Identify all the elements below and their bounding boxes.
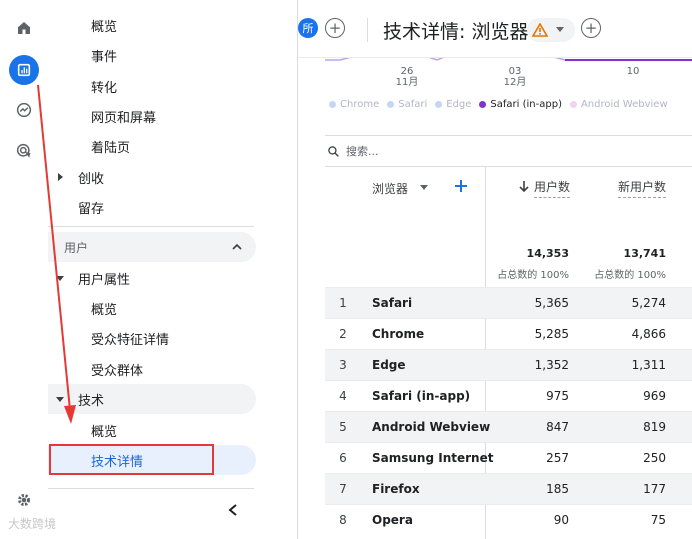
cell-rank: 4 bbox=[339, 389, 347, 403]
cell-users: 5,285 bbox=[534, 327, 569, 341]
settings-icon[interactable] bbox=[9, 485, 39, 515]
cell-new-users: 1,311 bbox=[631, 358, 666, 372]
table-row[interactable]: 3 Edge 1,352 1,311 bbox=[325, 349, 692, 380]
cell-new-users: 75 bbox=[650, 513, 666, 527]
legend-dot-icon bbox=[569, 100, 577, 108]
cell-new-users: 177 bbox=[643, 482, 666, 496]
legend-label: Chrome bbox=[340, 98, 380, 110]
sort-arrow-down-icon[interactable] bbox=[519, 181, 529, 193]
cell-name: Opera bbox=[372, 513, 413, 527]
cell-rank: 8 bbox=[339, 513, 347, 527]
add-comparison-button[interactable]: + bbox=[325, 18, 345, 38]
metric-header-users[interactable]: 用户数 bbox=[534, 178, 571, 198]
cell-new-users: 819 bbox=[643, 420, 666, 434]
chevron-left-icon[interactable] bbox=[227, 503, 239, 517]
legend-item[interactable]: Edge bbox=[435, 99, 471, 110]
chip-label: 所 bbox=[302, 22, 314, 35]
table-row[interactable]: 2 Chrome 5,285 4,866 bbox=[325, 318, 692, 349]
table-row[interactable]: 1 Safari 5,365 5,274 bbox=[325, 287, 692, 318]
table-header: 浏览器 用户数 新用户数 14,353 13,741 占总数的 100% 占总数… bbox=[325, 167, 692, 287]
cell-name: Safari bbox=[372, 296, 413, 310]
total-users-pct: 占总数的 100% bbox=[497, 270, 569, 281]
cell-rank: 1 bbox=[339, 296, 347, 310]
legend-item[interactable]: Chrome bbox=[329, 99, 379, 110]
add-report-button[interactable]: + bbox=[581, 18, 601, 38]
cell-users: 847 bbox=[546, 420, 569, 434]
cell-rank: 7 bbox=[339, 482, 347, 496]
table-row[interactable]: 7 Firefox 185 177 bbox=[325, 473, 692, 504]
legend-dot-icon bbox=[479, 100, 487, 108]
cell-rank: 5 bbox=[339, 420, 347, 434]
warning-icon bbox=[532, 23, 548, 37]
annotation-highlight-box bbox=[49, 444, 214, 475]
cell-name: Samsung Internet bbox=[372, 451, 494, 465]
table-row[interactable]: 4 Safari (in-app) 975 969 bbox=[325, 380, 692, 411]
total-new-users: 13,741 bbox=[623, 247, 666, 260]
table-row[interactable]: 8 Opera 90 75 bbox=[325, 504, 692, 535]
cell-users: 90 bbox=[553, 513, 569, 527]
cell-name: Firefox bbox=[372, 482, 420, 496]
cell-new-users: 5,274 bbox=[631, 296, 666, 310]
cell-rank: 2 bbox=[339, 327, 347, 341]
search-icon bbox=[328, 145, 339, 157]
x-tick: 26 11月 bbox=[395, 66, 419, 88]
legend-item[interactable]: Safari bbox=[387, 99, 427, 110]
cell-users: 185 bbox=[546, 482, 569, 496]
data-table: 浏览器 用户数 新用户数 14,353 13,741 占总数的 100% 占总数… bbox=[325, 167, 692, 539]
dimension-header[interactable]: 浏览器 bbox=[372, 180, 408, 197]
dropdown-arrow-icon bbox=[556, 27, 564, 32]
annotation-arrow bbox=[37, 84, 76, 424]
legend-item[interactable]: Android Webview bbox=[569, 98, 668, 110]
table-row[interactable]: 5 Android Webview 847 819 bbox=[325, 411, 692, 442]
page-header: 所 + 技术详情: 浏览器 + bbox=[298, 0, 692, 58]
comparison-chip-all-users[interactable]: 所 bbox=[298, 18, 318, 38]
cell-users: 257 bbox=[546, 451, 569, 465]
divider bbox=[48, 488, 254, 489]
cell-name: Edge bbox=[372, 358, 406, 372]
cell-name: Android Webview bbox=[372, 420, 491, 434]
watermark: 大数跨境 bbox=[8, 517, 57, 531]
chart-legend: Chrome Safari Edge Safari (in-app) Android W… bbox=[329, 97, 676, 111]
data-quality-warning-button[interactable] bbox=[527, 18, 575, 42]
total-new-users-pct: 占总数的 100% bbox=[594, 270, 666, 281]
search-input[interactable] bbox=[346, 144, 546, 158]
cell-users: 975 bbox=[546, 389, 569, 403]
table-search-bar bbox=[325, 135, 692, 167]
x-tick: 03 12月 bbox=[503, 66, 527, 88]
legend-label: Android Webview bbox=[580, 98, 668, 110]
add-dimension-button[interactable] bbox=[455, 180, 467, 192]
cell-rank: 3 bbox=[339, 358, 347, 372]
chevron-up-icon[interactable] bbox=[231, 242, 243, 252]
legend-label: Edge bbox=[446, 98, 472, 110]
page-title: 技术详情: 浏览器 bbox=[383, 21, 529, 43]
cell-users: 1,352 bbox=[534, 358, 569, 372]
dropdown-arrow-icon[interactable] bbox=[420, 185, 428, 191]
legend-label: Safari bbox=[398, 98, 428, 110]
cell-new-users: 250 bbox=[643, 451, 666, 465]
table-row[interactable]: 6 Samsung Internet 257 250 bbox=[325, 442, 692, 473]
cell-rank: 6 bbox=[339, 451, 347, 465]
total-users: 14,353 bbox=[526, 247, 569, 260]
header-divider bbox=[367, 18, 368, 42]
legend-dot-icon bbox=[329, 100, 336, 108]
cell-name: Safari (in-app) bbox=[372, 389, 471, 403]
cell-new-users: 4,866 bbox=[631, 327, 666, 341]
x-tick: 10 bbox=[626, 66, 640, 77]
legend-dot-icon bbox=[387, 100, 395, 108]
legend-dot-icon bbox=[435, 100, 443, 108]
cell-new-users: 969 bbox=[643, 389, 666, 403]
chart-area: 26 11月 03 12月 10 bbox=[325, 58, 692, 92]
metric-header-new-users[interactable]: 新用户数 bbox=[618, 178, 667, 198]
cell-users: 5,365 bbox=[534, 296, 569, 310]
legend-label: Safari (in-app) bbox=[490, 98, 562, 110]
legend-item[interactable]: Safari (in-app) bbox=[479, 99, 562, 110]
cell-name: Chrome bbox=[372, 327, 425, 341]
